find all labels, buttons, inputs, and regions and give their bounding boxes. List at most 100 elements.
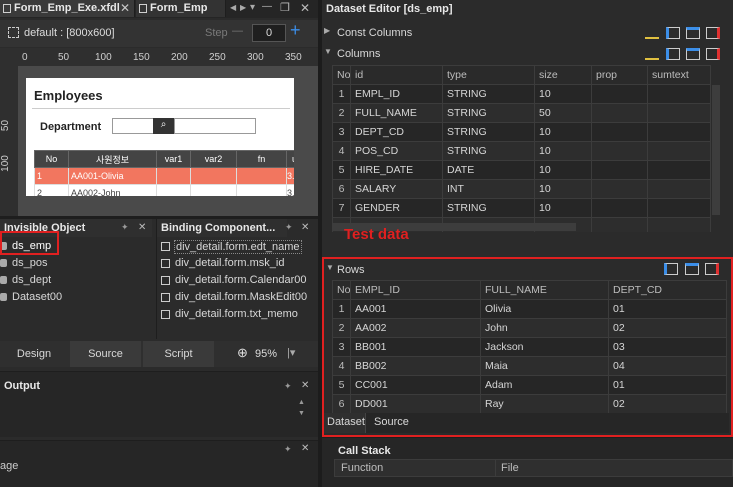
cell-sumtext[interactable] — [647, 84, 711, 104]
close-icon[interactable]: ✕ — [301, 443, 309, 454]
add-const-column-icon[interactable] — [645, 27, 659, 39]
cell-size[interactable]: 10 — [534, 179, 592, 199]
step-minus-icon[interactable]: — — [232, 25, 243, 37]
table-row[interactable]: 3 DEPT_CD STRING 10 — [332, 122, 711, 142]
collapse-icon[interactable]: ▼ — [324, 47, 332, 56]
cell-empl-id[interactable]: AA001 — [350, 299, 481, 319]
cell-sumtext[interactable] — [647, 160, 711, 180]
cell-sumtext[interactable] — [647, 179, 711, 199]
cell-full-name[interactable]: Maia — [480, 356, 609, 376]
tab-dataset-source[interactable]: Source — [368, 413, 418, 433]
cell-type[interactable]: STRING — [442, 122, 535, 142]
list-item[interactable]: Dataset00 — [0, 289, 150, 306]
department-name-field[interactable] — [174, 118, 256, 134]
restore-icon[interactable]: ❐ — [280, 1, 290, 14]
cell-id[interactable]: DEPT_CD — [350, 122, 443, 142]
table-row[interactable]: 2 AA002 John 02 — [332, 318, 727, 338]
table-row[interactable]: 7 GENDER STRING 10 — [332, 198, 711, 218]
step-plus-icon[interactable]: + — [290, 20, 301, 41]
close-icon[interactable]: ✕ — [138, 222, 146, 233]
zoom-icon[interactable]: ⊕ — [237, 345, 248, 361]
list-item[interactable]: ds_pos — [0, 255, 150, 272]
table-row[interactable]: 2 FULL_NAME STRING 50 — [332, 103, 711, 123]
add-column-icon[interactable] — [645, 48, 659, 60]
cell-prop[interactable] — [591, 122, 648, 142]
insert-row-icon[interactable] — [685, 263, 699, 275]
cell-id[interactable]: POS_CD — [350, 141, 443, 161]
close-window-icon[interactable]: ✕ — [300, 1, 310, 15]
tab-form-emp[interactable]: Form_Emp — [136, 0, 226, 17]
cell-type[interactable]: STRING — [442, 84, 535, 104]
cell-size[interactable]: 10 — [534, 141, 592, 161]
table-row[interactable]: 3 BB001 Jackson 03 — [332, 337, 727, 357]
cell-empl-id[interactable]: CC001 — [350, 375, 481, 395]
table-row[interactable]: 6 SALARY INT 10 — [332, 179, 711, 199]
table-row[interactable]: 1 AA001-Olivia 3. — [34, 167, 294, 185]
cell-size[interactable]: 10 — [534, 160, 592, 180]
cell-sumtext[interactable] — [647, 198, 711, 218]
zoom-level[interactable]: 95% — [255, 348, 277, 360]
tab-form-emp-exe[interactable]: Form_Emp_Exe.xfdl ✕ — [0, 0, 135, 17]
cell-id[interactable]: FULL_NAME — [350, 103, 443, 123]
cell-prop[interactable] — [591, 103, 648, 123]
list-item[interactable]: div_detail.form.MaskEdit00 — [159, 289, 317, 306]
columns-grid[interactable]: No id type size prop sumtext 1 EMPL_ID S… — [332, 65, 711, 232]
pin-icon[interactable]: ✦ — [121, 222, 129, 233]
cell-size[interactable]: 50 — [534, 103, 592, 123]
cell-full-name[interactable]: Ray — [480, 394, 609, 414]
rows-grid[interactable]: No EMPL_ID FULL_NAME DEPT_CD 1 AA001 Oli… — [332, 280, 727, 414]
columns-section[interactable]: ▼ Columns — [322, 45, 733, 63]
table-row[interactable]: 5 CC001 Adam 01 — [332, 375, 727, 395]
cell-size[interactable]: 10 — [534, 122, 592, 142]
cell-dept-cd[interactable]: 04 — [608, 356, 727, 376]
tab-menu-icon[interactable]: ▾ — [250, 2, 255, 13]
cell-size[interactable]: 10 — [534, 84, 592, 104]
move-const-column-icon[interactable] — [686, 27, 700, 39]
cell-dept-cd[interactable]: 01 — [608, 299, 727, 319]
pin-icon[interactable]: ✦ — [284, 381, 292, 392]
table-row[interactable]: 4 POS_CD STRING 10 — [332, 141, 711, 161]
cell-sumtext[interactable] — [647, 217, 711, 232]
cell-id[interactable]: EMPL_ID — [350, 84, 443, 104]
pin-icon[interactable]: ✦ — [284, 444, 292, 455]
list-item[interactable]: div_detail.form.txt_memo — [159, 306, 317, 323]
scroll-up-icon[interactable]: ▲ — [298, 399, 305, 406]
list-item[interactable]: ds_dept — [0, 272, 150, 289]
scroll-down-icon[interactable]: ▼ — [298, 410, 305, 417]
cell-type[interactable]: INT — [442, 179, 535, 199]
table-row[interactable]: 1 EMPL_ID STRING 10 — [332, 84, 711, 104]
cell-empl-id[interactable]: AA002 — [350, 318, 481, 338]
search-button[interactable]: ⌕ — [153, 118, 174, 134]
cell-dept-cd[interactable]: 02 — [608, 394, 727, 414]
cell-full-name[interactable]: John — [480, 318, 609, 338]
table-row[interactable]: 4 BB002 Maia 04 — [332, 356, 727, 376]
table-row[interactable]: 5 HIRE_DATE DATE 10 — [332, 160, 711, 180]
delete-const-column-icon[interactable] — [706, 27, 720, 39]
employee-grid[interactable]: No 사원정보 var1 var2 fn u 1 AA001-Olivia 3.… — [34, 150, 294, 196]
cell-id[interactable]: HIRE_DATE — [350, 160, 443, 180]
columns-vertical-scrollbar[interactable] — [712, 85, 720, 215]
tab-prev-icon[interactable]: ◀ — [230, 3, 236, 12]
cell-sumtext[interactable] — [647, 103, 711, 123]
table-row[interactable]: 6 DD001 Ray 02 — [332, 394, 727, 414]
const-columns-section[interactable]: ▶ Const Columns — [322, 24, 733, 42]
cell-full-name[interactable]: Jackson — [480, 337, 609, 357]
table-row[interactable]: 1 AA001 Olivia 01 — [332, 299, 727, 319]
cell-prop[interactable] — [591, 141, 648, 161]
cell-empl-id[interactable]: BB002 — [350, 356, 481, 376]
cell-prop[interactable] — [591, 84, 648, 104]
table-row[interactable]: 2 AA002-John 3. — [34, 184, 294, 196]
cell-prop[interactable] — [591, 160, 648, 180]
list-item[interactable]: div_detail.form.Calendar00 — [159, 272, 317, 289]
cell-sumtext[interactable] — [647, 122, 711, 142]
cell-full-name[interactable]: Adam — [480, 375, 609, 395]
cell-prop[interactable] — [591, 198, 648, 218]
cell-id[interactable]: GENDER — [350, 198, 443, 218]
step-input[interactable]: 0 — [252, 24, 286, 42]
cell-type[interactable]: STRING — [442, 198, 535, 218]
cell-empl-id[interactable]: DD001 — [350, 394, 481, 414]
tab-source[interactable]: Source — [70, 341, 141, 367]
minimize-icon[interactable]: — — [262, 1, 272, 12]
cell-prop[interactable] — [591, 179, 648, 199]
zoom-dropdown-icon[interactable]: |▾ — [287, 346, 295, 359]
